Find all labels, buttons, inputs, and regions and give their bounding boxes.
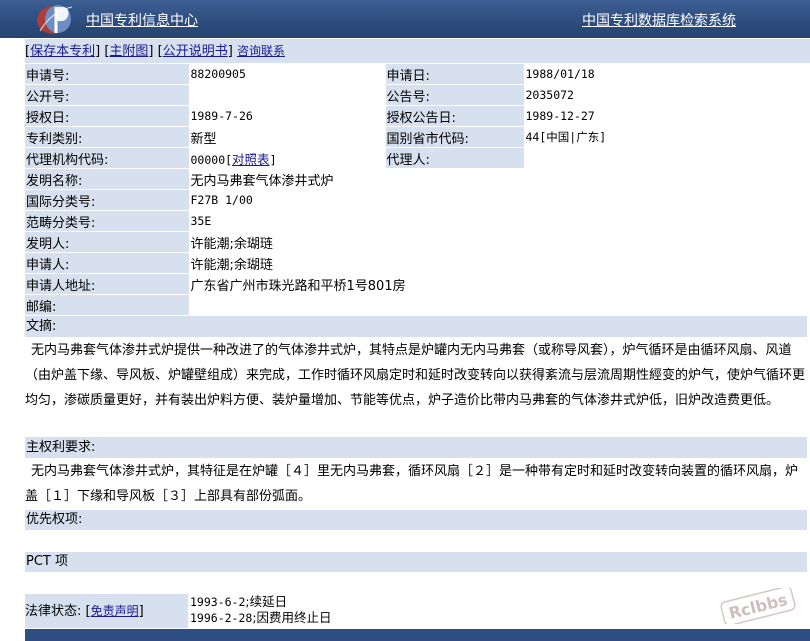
pct-value [25, 573, 807, 593]
table-row: 申请人地址: 广东省广州市珠光路和平桥1号801房 [25, 273, 808, 295]
scope-value: 35E [189, 210, 808, 232]
category-value: 新型 [189, 126, 386, 148]
legal-date: 1996-2-28 [190, 611, 253, 625]
patent-info-table: 申请号: 88200905 申请日: 1988/01/18 公开号: 公告号: … [25, 64, 808, 316]
pct-label: PCT 项 [25, 552, 807, 572]
postcode-value [189, 294, 808, 316]
agency-code-label: 代理机构代码: [25, 147, 190, 169]
grant-date-label: 授权日: [25, 105, 190, 127]
action-toolbar: [保存本专利] [主附图] [公开说明书] 咨询联系 [25, 39, 810, 63]
scope-label: 范畴分类号: [25, 210, 190, 232]
address-label: 申请人地址: [25, 273, 190, 295]
applicant-label: 申请人: [25, 252, 190, 274]
agent-value [524, 147, 808, 169]
app-no-value: 88200905 [189, 64, 386, 85]
country-code-value: 44[中国|广东] [524, 126, 808, 148]
claims-text: 无内马弗套气体渗井式炉，其特征是在炉罐［４］里无内马弗套，循环风扇［２］是一种带… [25, 464, 799, 504]
footer-bar [25, 629, 810, 641]
table-row: 申请人: 许能潮;余瑚琏 [25, 252, 808, 274]
patent-center-logo [37, 5, 73, 34]
legal-date: 1993-6-2 [190, 595, 246, 609]
legal-status-label-cell: 法律状态: [免责声明] [25, 594, 188, 628]
ipc-label: 国际分类号: [25, 189, 190, 211]
system-name-link[interactable]: 中国专利数据库检索系统 [582, 10, 736, 30]
applicant-value: 许能潮;余瑚琏 [189, 252, 808, 274]
country-code-label: 国别省市代码: [385, 126, 525, 148]
legal-event: ;续延日 [245, 594, 288, 609]
inventor-label: 发明人: [25, 231, 190, 253]
legal-status-lines: 1993-6-2;续延日 1996-2-28;因费用终止日 [190, 594, 332, 626]
agency-code-bracket: ] [269, 152, 277, 167]
legal-status-label: 法律状态: [25, 604, 82, 619]
main-figure-link[interactable]: 主附图 [109, 44, 148, 59]
watermark-stamp: Rclbbs [720, 588, 796, 624]
app-date-label: 申请日: [385, 64, 525, 85]
title-value: 无内马弗套气体渗井式炉 [189, 168, 808, 190]
table-row: 发明名称: 无内马弗套气体渗井式炉 [25, 168, 808, 190]
ipc-value: F27B 1/00 [189, 189, 808, 211]
disclaimer-link[interactable]: 免责声明 [91, 604, 139, 618]
claims-label: 主权利要求: [25, 437, 807, 458]
legal-line: 1993-6-2;续延日 [190, 594, 332, 610]
legal-event: ;因费用终止日 [252, 610, 332, 625]
table-row: 公开号: 公告号: 2035072 [25, 84, 808, 106]
table-row: 国际分类号: F27B 1/00 [25, 189, 808, 211]
abstract-label: 文摘: [25, 316, 807, 337]
specification-link[interactable]: 公开说明书 [163, 44, 228, 59]
app-date-value: 1988/01/18 [524, 64, 808, 85]
app-no-label: 申请号: [25, 64, 190, 85]
announce-no-value: 2035072 [524, 84, 808, 106]
table-row: 发明人: 许能潮;余瑚琏 [25, 231, 808, 253]
lookup-table-link[interactable]: 对照表 [232, 152, 270, 167]
grant-pub-date-label: 授权公告日: [385, 105, 525, 127]
address-value: 广东省广州市珠光路和平桥1号801房 [189, 273, 808, 295]
priority-label: 优先权项: [25, 510, 807, 530]
postcode-label: 邮编: [25, 294, 190, 316]
title-label: 发明名称: [25, 168, 190, 190]
grant-date-value: 1989-7-26 [189, 105, 386, 127]
agency-code-text: 00000[ [190, 152, 233, 167]
legal-line: 1996-2-28;因费用终止日 [190, 610, 332, 626]
announce-no-label: 公告号: [385, 84, 525, 106]
consult-contact-link[interactable]: 咨询联系 [237, 44, 285, 58]
agency-code-value: 00000[对照表] [189, 147, 386, 169]
header-bar: 中国专利信息中心 中国专利数据库检索系统 [0, 0, 810, 38]
table-row: 授权日: 1989-7-26 授权公告日: 1989-12-27 [25, 105, 808, 127]
table-row: 申请号: 88200905 申请日: 1988/01/18 [25, 64, 808, 85]
legal-status-row: 法律状态: [免责声明] 1993-6-2;续延日 1996-2-28;因费用终… [25, 594, 807, 628]
grant-pub-date-value: 1989-12-27 [524, 105, 808, 127]
pub-no-label: 公开号: [25, 84, 190, 106]
org-name-link[interactable]: 中国专利信息中心 [86, 10, 198, 30]
table-row: 范畴分类号: 35E [25, 210, 808, 232]
table-row: 专利类别: 新型 国别省市代码: 44[中国|广东] [25, 126, 808, 148]
pub-no-value [189, 84, 386, 106]
category-label: 专利类别: [25, 126, 190, 148]
table-row: 代理机构代码: 00000[对照表] 代理人: [25, 147, 808, 169]
agent-label: 代理人: [385, 147, 525, 169]
inventor-value: 许能潮;余瑚琏 [189, 231, 808, 253]
abstract-text: 无内马弗套气体渗井式炉提供一种改进了的气体渗井式炉，其特点是炉罐内无内马弗套（或… [25, 343, 806, 408]
save-patent-link[interactable]: 保存本专利 [30, 44, 95, 59]
priority-value [25, 531, 807, 551]
table-row: 邮编: [25, 294, 808, 316]
